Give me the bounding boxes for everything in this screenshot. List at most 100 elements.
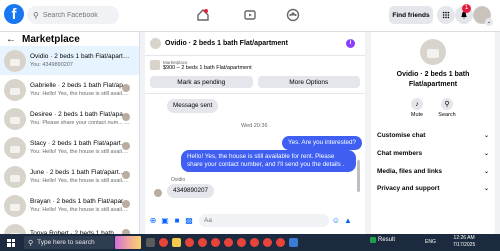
chrome-icon[interactable] — [159, 238, 168, 247]
privacy-support-row[interactable]: Privacy and support ⌄ — [377, 182, 489, 194]
listing-thumbnail — [4, 165, 26, 188]
mute-button[interactable]: ♪ Mute — [405, 98, 429, 118]
mark-as-pending-button[interactable]: Mark as pending — [150, 76, 253, 88]
chevron-down-icon[interactable]: ⌄ — [485, 18, 493, 26]
search-icon: ⚲ — [28, 239, 34, 247]
listing-thumbnail — [4, 136, 26, 159]
conversation-text: Brayan · 2 beds 1 bath Flat/apartment You… — [30, 198, 130, 213]
home-icon[interactable] — [196, 8, 210, 22]
chrome-icon[interactable] — [185, 238, 194, 247]
conversation-item[interactable]: Desiree · 2 beds 1 bath Flat/apartm... Yo… — [0, 104, 139, 133]
video-icon[interactable] — [243, 8, 257, 22]
preview-text: You: 4349890207 — [30, 62, 73, 68]
image-icon[interactable]: ▣ — [161, 216, 169, 225]
listing-thumbnail — [150, 60, 160, 70]
listing-actions: Mark as pending More Options — [145, 74, 365, 90]
chat-header: Ovidio · 2 beds 1 bath Flat/apartment i — [145, 32, 365, 56]
conversation-preview: You: Hello! Yes, the house is still avai… — [30, 91, 130, 97]
conversation-title: Desiree · 2 beds 1 bath Flat/apartm... — [30, 111, 130, 118]
result-icon — [370, 237, 376, 243]
chrome-icon[interactable] — [250, 238, 259, 247]
chrome-icon[interactable] — [237, 238, 246, 247]
plus-circle-icon[interactable]: ⊕ — [149, 216, 157, 225]
search-input[interactable] — [42, 11, 113, 19]
sender-avatar[interactable] — [154, 189, 162, 197]
preview-text: You: Hello! Yes, the house is still avai… — [30, 178, 127, 184]
facebook-logo-icon[interactable]: f — [4, 4, 24, 24]
conversation-text: June · 2 beds 1 bath Flat/apartment You: … — [30, 169, 130, 184]
preview-text: You: Hello! Yes, the house is still avai… — [30, 149, 127, 155]
listing-thumbnail — [4, 78, 26, 101]
listing-price-title: $900 – 2 beds 1 bath Flat/apartment — [163, 64, 252, 71]
language-indicator[interactable]: ENG — [425, 239, 436, 245]
listing-avatar[interactable] — [150, 38, 161, 49]
search-box[interactable]: ⚲ — [27, 6, 119, 24]
chat-scrollbar[interactable] — [357, 160, 360, 192]
menu-icon[interactable] — [437, 6, 455, 24]
customise-chat-row[interactable]: Customise chat ⌄ — [377, 129, 489, 141]
marketplace-title: Marketplace — [22, 33, 80, 45]
app-icon[interactable] — [289, 238, 298, 247]
listing-summary[interactable]: Marketplace $900 – 2 beds 1 bath Flat/ap… — [145, 56, 365, 74]
chrome-icon[interactable] — [276, 238, 285, 247]
chevron-down-icon: ⌄ — [483, 150, 489, 157]
conversation-preview: You: Hello! Yes, the house is still avai… — [30, 207, 130, 213]
taskbar-search[interactable]: ⚲ Type here to search — [24, 236, 114, 249]
chrome-icon[interactable] — [224, 238, 233, 247]
message-timestamp: Wed 20:36 — [241, 123, 268, 129]
conversation-item[interactable]: Stacy · 2 beds 1 bath Flat/apartment You:… — [0, 133, 139, 162]
chat-header-title[interactable]: Ovidio · 2 beds 1 bath Flat/apartment — [165, 40, 288, 47]
chevron-down-icon: ⌄ — [483, 168, 489, 175]
like-thumb-icon[interactable]: ▲ — [344, 216, 352, 225]
chevron-down-icon: ⌄ — [483, 132, 489, 139]
chrome-icon[interactable] — [198, 238, 207, 247]
conversation-item[interactable]: Gabrielle · 2 beds 1 bath Flat/apart... Y… — [0, 75, 139, 104]
conversation-details-panel: Ovidio · 2 beds 1 bath Flat/apartment ♪ … — [371, 32, 495, 234]
listing-profile-image[interactable] — [420, 39, 446, 65]
find-friends-button[interactable]: Find friends — [389, 6, 433, 24]
conversation-item[interactable]: Ovidio · 2 beds 1 bath Flat/apartment You… — [0, 46, 139, 75]
sticker-icon[interactable]: ■ — [173, 216, 181, 225]
media-files-links-row[interactable]: Media, files and links ⌄ — [377, 165, 489, 177]
conversation-text: Ovidio · 2 beds 1 bath Flat/apartment You… — [30, 53, 130, 68]
message-composer: ⊕ ▣ ■ ▩ ☺ ▲ — [145, 210, 365, 230]
conversation-item[interactable]: June · 2 beds 1 bath Flat/apartment You: … — [0, 162, 139, 191]
conversation-item[interactable]: Brayan · 2 beds 1 bath Flat/apartment You… — [0, 191, 139, 220]
taskbar-result[interactable]: Result — [370, 237, 395, 243]
info-icon[interactable]: i — [346, 39, 355, 48]
message-input[interactable] — [199, 213, 329, 227]
gif-icon[interactable]: ▩ — [185, 216, 193, 225]
windows-start-icon[interactable] — [7, 238, 15, 247]
conversation-item[interactable]: Tonya Robert · 2 beds 1 bath — [0, 220, 139, 234]
sender-name: Ovidio — [171, 177, 186, 183]
groups-icon[interactable] — [286, 8, 300, 22]
conversation-text: Gabrielle · 2 beds 1 bath Flat/apart... Y… — [30, 82, 130, 97]
buyer-avatar — [122, 200, 130, 208]
bell-icon: ♪ — [411, 98, 423, 110]
conversation-items: Ovidio · 2 beds 1 bath Flat/apartment You… — [0, 46, 139, 234]
listing-thumbnail — [4, 223, 26, 234]
conversation-preview: You: Please share your contact num... · … — [30, 120, 130, 126]
search-label: Search — [438, 112, 456, 118]
task-view-icon[interactable] — [146, 238, 155, 247]
clock-time: 12:26 AM — [453, 235, 475, 241]
incoming-message-bubble: 4349890207 — [167, 184, 215, 198]
more-options-button[interactable]: More Options — [257, 76, 360, 88]
search-highlight-image[interactable] — [115, 236, 141, 249]
section-label: Chat members — [377, 149, 423, 157]
outgoing-message-bubble: Hello! Yes, the house is still available… — [181, 150, 356, 172]
chat-panel: Ovidio · 2 beds 1 bath Flat/apartment i … — [145, 32, 365, 234]
search-in-conversation-button[interactable]: ⚲ Search — [435, 98, 459, 118]
back-arrow-icon[interactable]: ← — [6, 34, 16, 45]
search-icon: ⚲ — [33, 10, 39, 20]
emoji-icon[interactable]: ☺ — [332, 216, 340, 225]
conversation-text: Stacy · 2 beds 1 bath Flat/apartment You:… — [30, 140, 130, 155]
file-explorer-icon[interactable] — [172, 238, 181, 247]
preview-text: You: Hello! Yes, the house is still avai… — [30, 207, 127, 213]
clock[interactable]: 12:26 AM 7/17/2025 — [453, 235, 475, 249]
taskbar-apps — [146, 238, 298, 247]
conversation-title: Gabrielle · 2 beds 1 bath Flat/apart... — [30, 82, 130, 89]
chat-members-row[interactable]: Chat members ⌄ — [377, 147, 489, 159]
chrome-icon[interactable] — [211, 238, 220, 247]
chrome-icon[interactable] — [263, 238, 272, 247]
